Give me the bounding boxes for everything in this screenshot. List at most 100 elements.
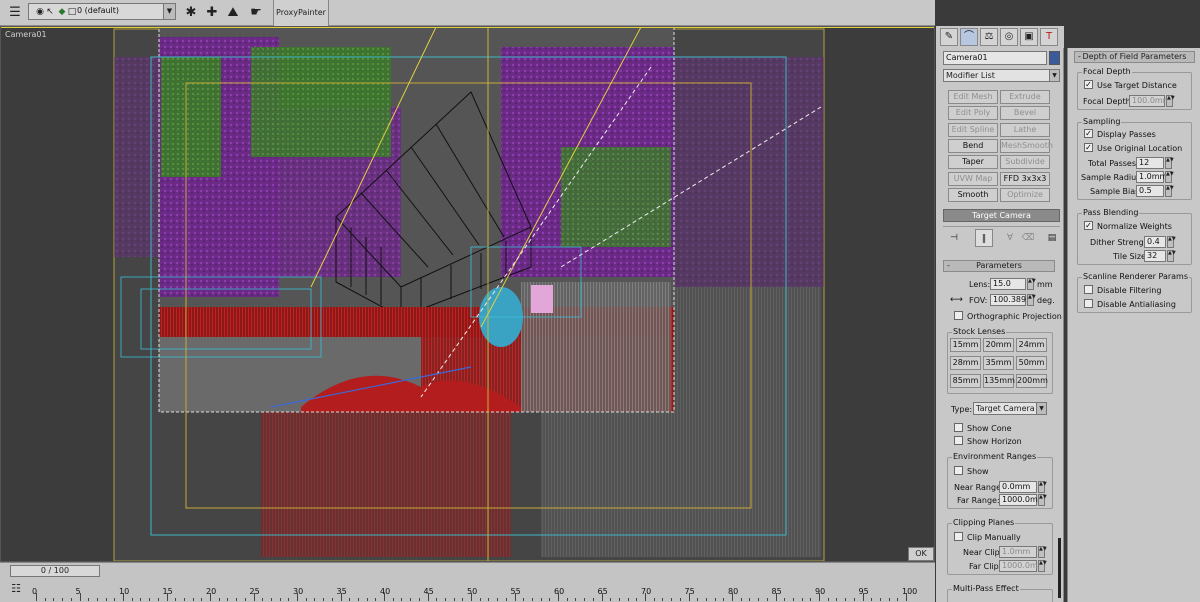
sample-bias-field[interactable]: 0.5: [1136, 185, 1164, 197]
stock-lens-button[interactable]: 200mm: [1016, 374, 1048, 388]
tile-size-field[interactable]: 32: [1144, 250, 1166, 262]
timeline-tick: [114, 598, 116, 601]
timeline-tick-label: 5: [75, 587, 81, 596]
show-cone-checkbox[interactable]: [954, 423, 963, 432]
proxy-painter-tab[interactable]: ProxyPainter: [273, 0, 329, 26]
object-name-field[interactable]: Camera01: [943, 51, 1047, 65]
lens-spinner[interactable]: ▲▼: [1027, 278, 1036, 290]
remove-modifier-icon[interactable]: ⌫: [1019, 229, 1037, 247]
modifier-button[interactable]: Bend: [948, 138, 998, 153]
stock-lens-button[interactable]: 15mm: [950, 338, 981, 352]
parameters-rollout[interactable]: - Parameters: [943, 260, 1055, 272]
stock-lens-button[interactable]: 20mm: [983, 338, 1014, 352]
make-unique-icon[interactable]: ∀: [1001, 229, 1019, 247]
env-show-checkbox[interactable]: [954, 466, 963, 475]
near-clip-field[interactable]: 1.0mm: [999, 546, 1037, 558]
modify-tab-icon[interactable]: ⌒: [960, 28, 978, 46]
panel-scrollbar[interactable]: [1058, 538, 1061, 598]
dither-strength-spinner[interactable]: ▲▼: [1167, 236, 1176, 248]
set-current-layer-icon[interactable]: ☛: [247, 4, 265, 22]
tile-size-spinner[interactable]: ▲▼: [1167, 250, 1176, 262]
time-slider[interactable]: 0 / 100: [10, 565, 100, 577]
modifier-button[interactable]: Edit Poly: [948, 106, 998, 121]
display-passes-checkbox[interactable]: ✓: [1084, 129, 1093, 138]
modifier-button[interactable]: Extrude: [1000, 90, 1050, 104]
orthographic-label: Orthographic Projection: [967, 312, 1062, 321]
orthographic-checkbox[interactable]: [954, 311, 963, 320]
far-clip-field[interactable]: 1000.0mm: [999, 560, 1046, 572]
select-in-layer-icon[interactable]: ⛰: [224, 4, 242, 22]
disable-filtering-checkbox[interactable]: [1084, 285, 1093, 294]
dof-rollout[interactable]: - Depth of Field Parameters: [1074, 51, 1195, 63]
fov-direction-icon[interactable]: ⟷: [950, 295, 963, 305]
fov-spinner[interactable]: ▲▼: [1027, 294, 1036, 306]
viewport-label[interactable]: Camera01: [5, 30, 47, 39]
show-horizon-checkbox[interactable]: [954, 436, 963, 445]
motion-tab-icon[interactable]: ◎: [1000, 28, 1018, 46]
hierarchy-tab-icon[interactable]: ⚖: [980, 28, 998, 46]
stock-lens-button[interactable]: 28mm: [950, 356, 981, 370]
near-range-spinner[interactable]: ▲▼: [1038, 481, 1047, 493]
modifier-button[interactable]: Smooth: [948, 187, 998, 202]
camera-viewport[interactable]: Camera01 OK: [0, 26, 935, 562]
layer-manager-icon[interactable]: ☰: [6, 4, 24, 22]
pin-stack-icon[interactable]: ⊣: [945, 229, 963, 247]
modifier-button[interactable]: Optimize: [1000, 187, 1050, 202]
modifier-button[interactable]: Bevel: [1000, 106, 1050, 121]
modifier-button[interactable]: Taper: [948, 155, 998, 170]
chevron-down-icon[interactable]: ▼: [1049, 70, 1059, 81]
stock-lens-button[interactable]: 135mm: [983, 374, 1015, 388]
near-range-label: Near Range:: [954, 483, 1004, 492]
sample-bias-spinner[interactable]: ▲▼: [1165, 185, 1174, 197]
use-target-distance-checkbox[interactable]: ✓: [1084, 80, 1093, 89]
stock-lens-button[interactable]: 85mm: [950, 374, 981, 388]
near-clip-spinner[interactable]: ▲▼: [1038, 546, 1047, 558]
display-tab-icon[interactable]: ▣: [1020, 28, 1038, 46]
show-end-result-icon[interactable]: ‖: [975, 229, 993, 247]
sample-radius-field[interactable]: 1.0mm: [1136, 171, 1167, 183]
stock-lens-button[interactable]: 35mm: [983, 356, 1014, 370]
use-original-location-checkbox[interactable]: ✓: [1084, 143, 1093, 152]
utilities-tab-icon[interactable]: T: [1040, 28, 1058, 46]
stock-lens-button[interactable]: 24mm: [1016, 338, 1047, 352]
focal-depth-field[interactable]: 100.0mm: [1129, 95, 1171, 107]
modifier-button[interactable]: UVW Map: [948, 171, 998, 186]
create-layer-icon[interactable]: ✱: [182, 4, 200, 22]
normalize-weights-checkbox[interactable]: ✓: [1084, 221, 1093, 230]
track-bar[interactable]: 0 5 10 15 20 25 30 35 40 45 50 55 60 65 70 75 80 85 90 95 10…: [32, 581, 917, 601]
camera-type-dropdown[interactable]: Target Camera ▼: [973, 402, 1047, 415]
far-range-spinner[interactable]: ▲▼: [1038, 494, 1047, 506]
ok-button[interactable]: OK: [908, 547, 934, 561]
far-range-field[interactable]: 1000.0mm: [999, 494, 1046, 506]
object-color-swatch[interactable]: [1049, 51, 1060, 65]
modifier-stack-item[interactable]: Target Camera: [943, 209, 1060, 222]
configure-sets-icon[interactable]: ▤: [1043, 229, 1061, 247]
chevron-down-icon[interactable]: ▼: [163, 4, 175, 19]
clip-manually-checkbox[interactable]: [954, 532, 963, 541]
lens-field[interactable]: 15.0: [990, 278, 1026, 290]
modifier-button[interactable]: Subdivide: [1000, 155, 1050, 170]
focal-depth-spinner[interactable]: ▲▼: [1166, 95, 1175, 107]
dither-strength-field[interactable]: 0.4: [1144, 236, 1166, 248]
disable-antialiasing-checkbox[interactable]: [1084, 299, 1093, 308]
chevron-down-icon[interactable]: ▼: [1036, 403, 1046, 414]
far-clip-spinner[interactable]: ▲▼: [1038, 560, 1047, 572]
total-passes-spinner[interactable]: ▲▼: [1165, 157, 1174, 169]
layer-dropdown[interactable]: ◉ ↖ ◆ □ 0 (default) ▼: [28, 3, 176, 20]
modifier-list-dropdown[interactable]: Modifier List ▼: [943, 69, 1060, 82]
modifier-button[interactable]: Lathe: [1000, 122, 1050, 137]
modifier-button[interactable]: MeshSmooth: [1000, 138, 1053, 153]
create-tab-icon[interactable]: ✎: [940, 28, 958, 46]
modifier-button[interactable]: Edit Spline: [948, 122, 998, 137]
stock-lens-button[interactable]: 50mm: [1016, 356, 1047, 370]
timeline-tick: [810, 598, 812, 601]
fov-field[interactable]: 100.389: [990, 294, 1026, 306]
modifier-button[interactable]: Edit Mesh: [948, 90, 998, 104]
track-bar-icon[interactable]: ☷: [8, 581, 24, 597]
sample-radius-spinner[interactable]: ▲▼: [1165, 171, 1174, 183]
add-to-layer-icon[interactable]: ✚: [203, 4, 221, 22]
total-passes-field[interactable]: 12: [1136, 157, 1164, 169]
near-range-field[interactable]: 0.0mm: [999, 481, 1037, 493]
modifier-button[interactable]: FFD 3x3x3: [1000, 171, 1050, 186]
timeline-tick-label: 60: [554, 587, 565, 596]
